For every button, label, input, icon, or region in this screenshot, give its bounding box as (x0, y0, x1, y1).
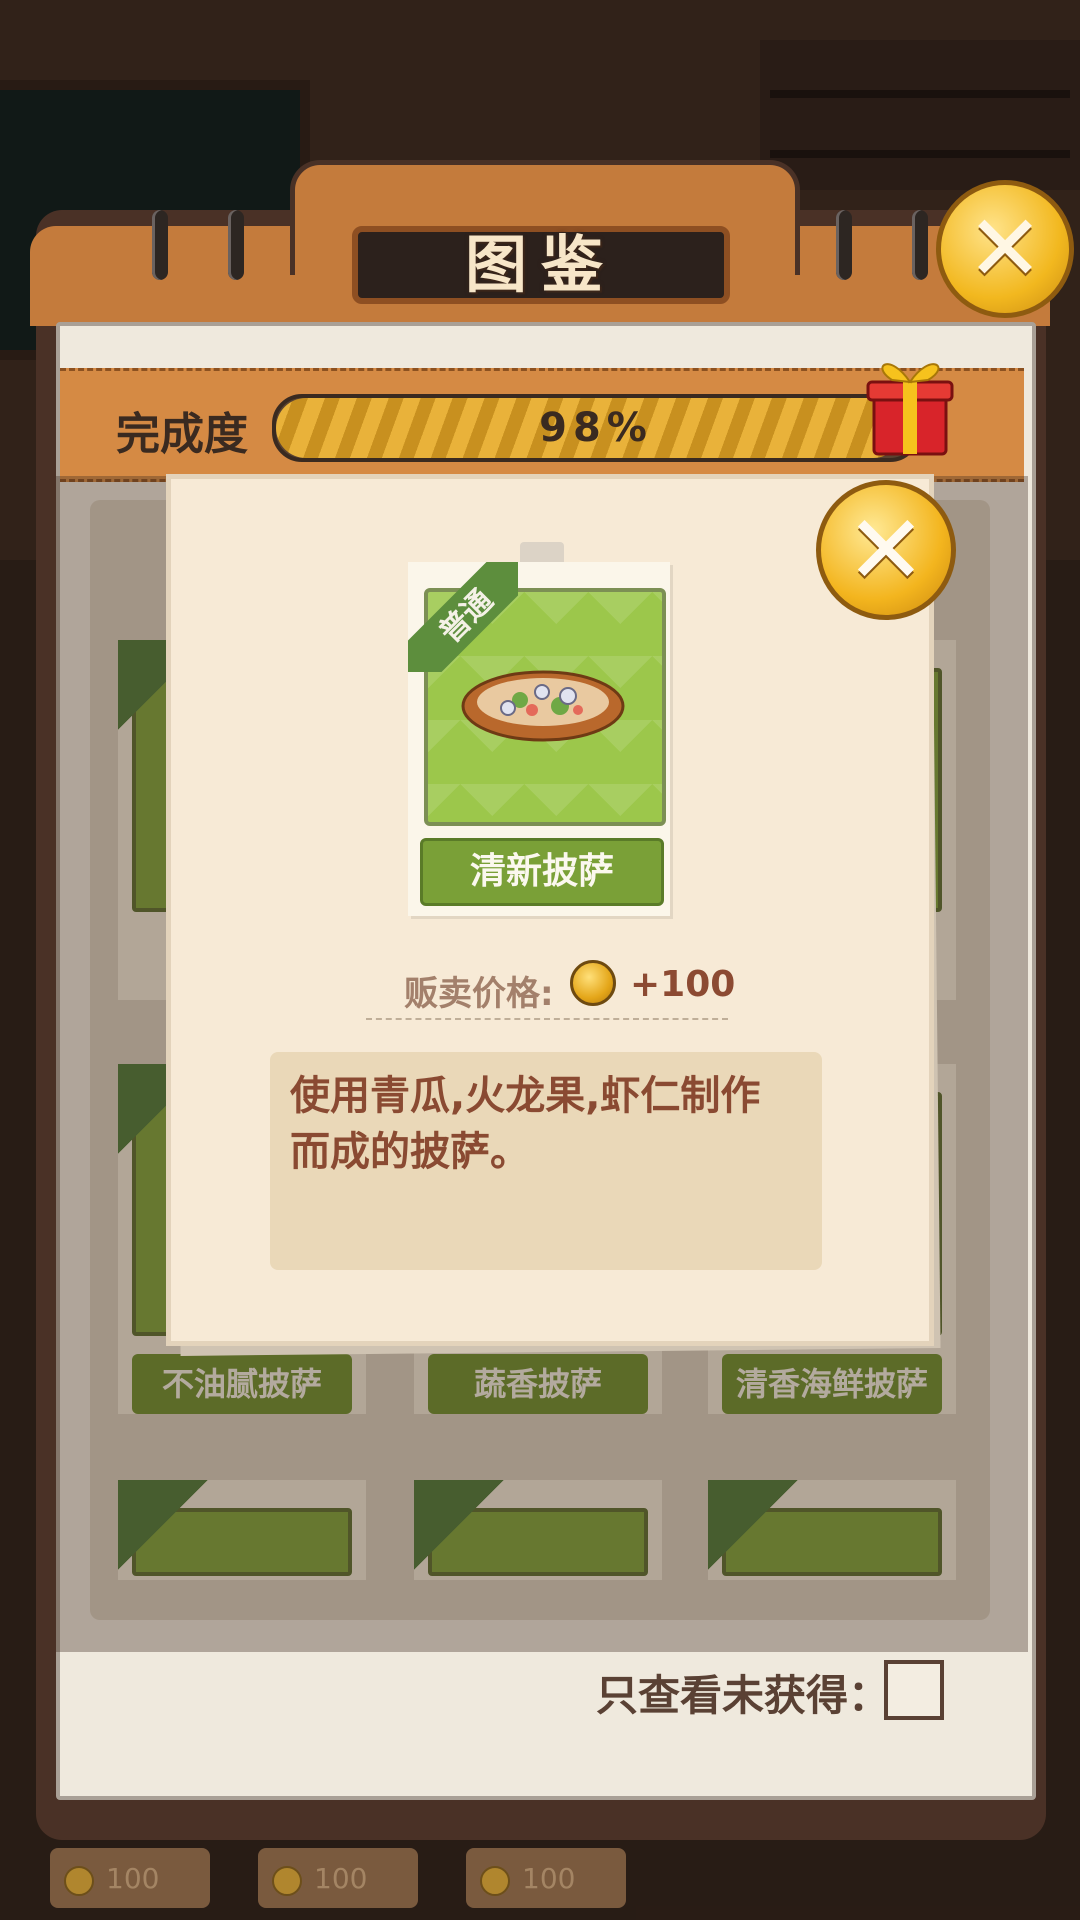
bottom-price: 100 (522, 1862, 576, 1895)
binder-ring (912, 210, 928, 280)
completion-percent: 98% (539, 405, 653, 451)
divider (366, 1018, 728, 1020)
gift-icon[interactable] (860, 350, 960, 460)
coin-icon (480, 1866, 510, 1896)
coin-icon (64, 1866, 94, 1896)
sell-price-label: 贩卖价格: (404, 974, 554, 1014)
coin-icon (272, 1866, 302, 1896)
item-name: 清新披萨 (420, 838, 664, 906)
bottom-price: 100 (314, 1862, 368, 1895)
bottom-price-tab: 100 (466, 1848, 626, 1908)
bottom-price-tab: 100 (50, 1848, 210, 1908)
panel-close-button[interactable]: ✕ (936, 180, 1074, 318)
binder-ring (152, 210, 168, 280)
pizza-icon (461, 670, 625, 742)
sell-price-value: +100 (630, 964, 736, 1005)
coin-icon (570, 960, 616, 1006)
filter-unobtained-checkbox[interactable] (884, 1660, 944, 1720)
filter-label: 只查看未获得： (596, 1671, 891, 1720)
binder-ring (228, 210, 244, 280)
close-icon: ✕ (966, 195, 1044, 302)
modal-close-button[interactable]: ✕ (816, 480, 956, 620)
rarity-label: 普通 (432, 582, 501, 651)
completion-label: 完成度 (116, 409, 248, 460)
bottom-price-tab: 100 (258, 1848, 418, 1908)
close-icon: ✕ (845, 494, 927, 606)
completion-progress-bar: 98% (272, 394, 920, 462)
rarity-tag: 普通 (408, 562, 518, 672)
item-description: 使用青瓜,火龙果,虾仁制作而成的披萨。 (290, 1073, 761, 1175)
bottom-price: 100 (106, 1862, 160, 1895)
page-title: 图鉴 (464, 228, 617, 301)
binder-ring (836, 210, 852, 280)
